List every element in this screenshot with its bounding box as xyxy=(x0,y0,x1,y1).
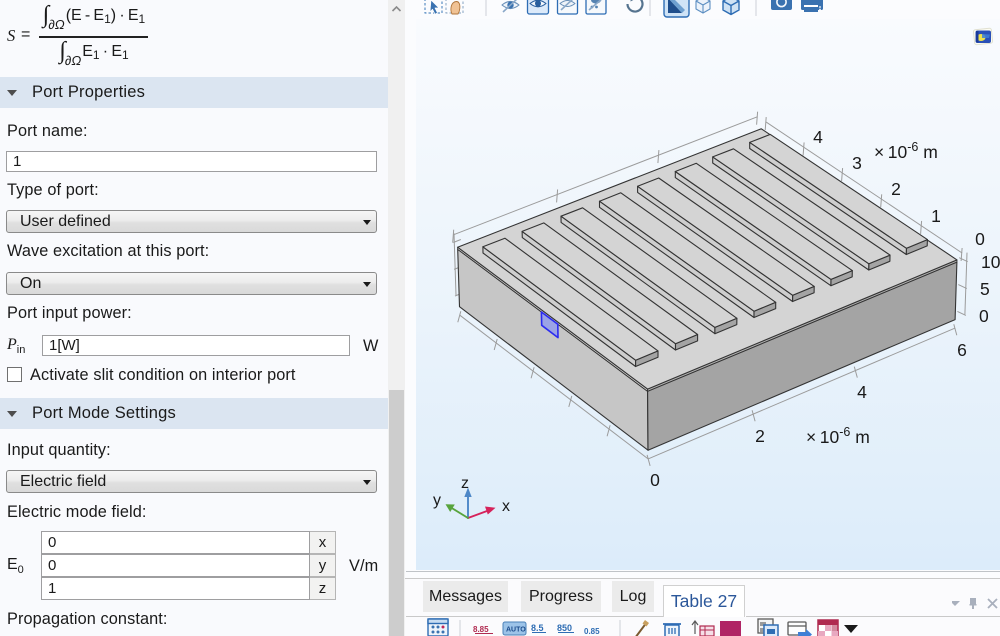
svg-text:0: 0 xyxy=(979,306,989,326)
svg-text:0: 0 xyxy=(650,470,660,490)
svg-text:8.85: 8.85 xyxy=(473,625,489,634)
svg-text:AUTO: AUTO xyxy=(506,627,526,634)
svg-text:850: 850 xyxy=(557,623,572,633)
svg-text:4: 4 xyxy=(857,382,867,402)
svg-text:× 10-6 m: × 10-6 m xyxy=(874,140,938,162)
svg-text:8.5: 8.5 xyxy=(531,623,544,633)
svg-text:4: 4 xyxy=(813,127,823,147)
svg-text:× 10-6 m: × 10-6 m xyxy=(806,425,870,447)
svg-text:y: y xyxy=(433,492,441,509)
svg-text:3: 3 xyxy=(852,153,862,173)
svg-text:z: z xyxy=(461,475,469,492)
svg-text:0: 0 xyxy=(975,229,985,249)
svg-text:1: 1 xyxy=(931,206,941,226)
svg-text:2: 2 xyxy=(891,179,901,199)
svg-text:6: 6 xyxy=(957,340,967,360)
svg-text:10: 10 xyxy=(981,252,1000,272)
svg-text:2: 2 xyxy=(755,426,765,446)
svg-text:0.85: 0.85 xyxy=(584,627,600,636)
svg-text:x: x xyxy=(502,498,510,515)
svg-text:5: 5 xyxy=(980,279,990,299)
